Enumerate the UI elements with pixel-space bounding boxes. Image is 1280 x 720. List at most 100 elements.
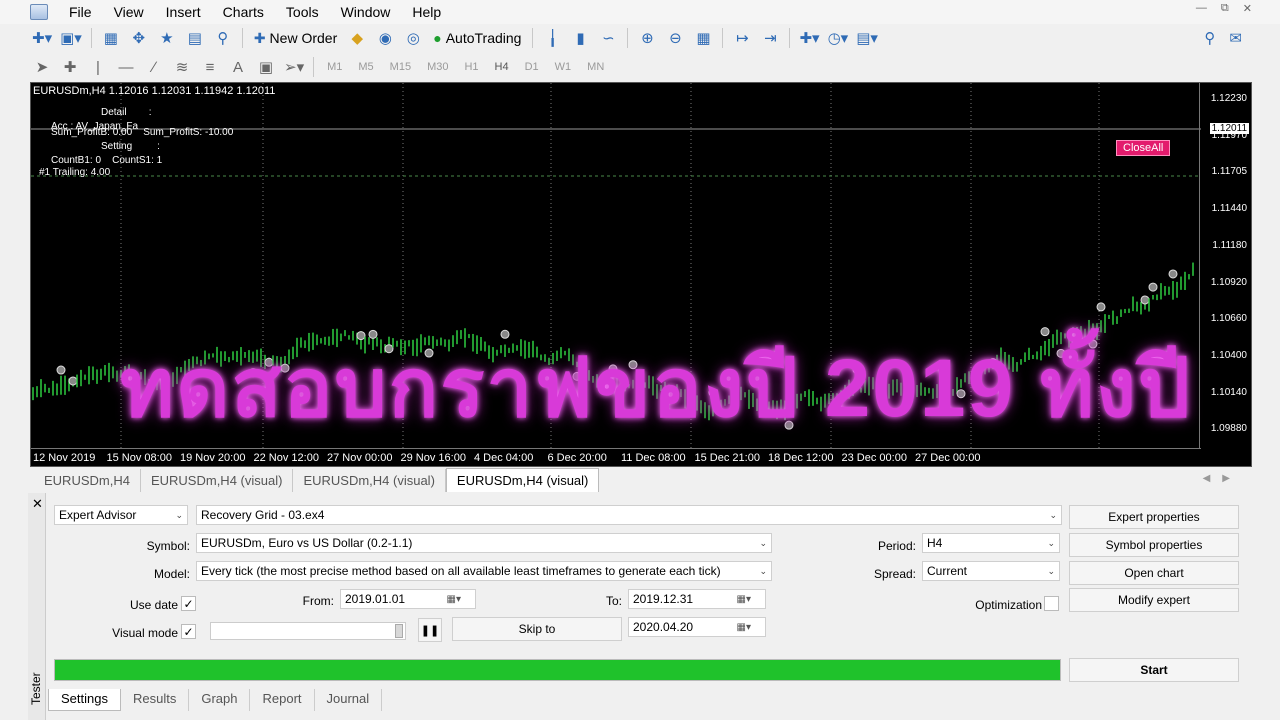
speed-slider[interactable] [210,622,406,640]
skip-date-input[interactable]: 2020.04.20 ▦▾ [628,617,766,637]
visual-mode-checkbox[interactable]: ✓ [181,624,196,639]
period-select[interactable]: H4 ⌄ [922,533,1060,553]
modify-expert-button[interactable]: Modify expert [1069,588,1239,612]
tab-graph[interactable]: Graph [189,689,251,711]
menu-file[interactable]: File [58,1,103,23]
tab-scroll-arrows-icon[interactable]: ◀▶ [1203,473,1242,484]
new-chart-icon[interactable]: ✚▾ [30,26,54,50]
restore-icon[interactable]: ⧉ [1221,2,1229,15]
indicators-icon[interactable]: ✚▾ [797,26,821,50]
line-chart-icon[interactable]: ∽ [596,26,620,50]
open-chart-button[interactable]: Open chart [1069,561,1239,585]
chart-tab-4[interactable]: EURUSDm,H4 (visual) [445,468,600,492]
expert-select[interactable]: Recovery Grid - 03.ex4 ⌄ [196,505,1062,525]
timeframe-m30[interactable]: M30 [421,61,454,73]
tester-icon[interactable]: ⚲ [211,26,235,50]
cursor-icon[interactable]: ➤ [30,55,54,79]
auto-scroll-icon[interactable]: ↦ [730,26,754,50]
tester-type-select[interactable]: Expert Advisor ⌄ [54,505,188,525]
metaeditor-icon[interactable]: ◆ [345,26,369,50]
channel-icon[interactable]: ≋ [170,55,194,79]
tile-windows-icon[interactable]: ▦ [691,26,715,50]
spread-select[interactable]: Current ⌄ [922,561,1060,581]
timeframe-m15[interactable]: M15 [384,61,417,73]
menu-window[interactable]: Window [330,1,402,23]
timeframe-mn[interactable]: MN [581,61,610,73]
arrows-icon[interactable]: ➢▾ [282,55,306,79]
tab-journal[interactable]: Journal [315,689,383,711]
new-order-button[interactable]: ✚ New Order [250,26,341,50]
time-tick: 18 Dec 12:00 [768,452,834,464]
expert-properties-button[interactable]: Expert properties [1069,505,1239,529]
market-watch-icon[interactable]: ▦ [99,26,123,50]
chart-shift-icon[interactable]: ⇥ [758,26,782,50]
optimization-checkbox[interactable] [1044,596,1059,611]
terminal-icon[interactable]: ▤ [183,26,207,50]
slider-thumb[interactable] [395,624,403,638]
templates-icon[interactable]: ▤▾ [854,26,880,50]
market-icon[interactable]: ◎ [401,26,425,50]
crosshair-icon[interactable]: ✚ [58,55,82,79]
symbol-select[interactable]: EURUSDm, Euro vs US Dollar (0.2-1.1) ⌄ [196,533,772,553]
fibonacci-icon[interactable]: ≡ [198,55,222,79]
favorites-icon[interactable]: ★ [155,26,179,50]
calendar-icon[interactable]: ▦▾ [737,622,751,633]
time-tick: 6 Dec 20:00 [547,452,607,464]
zoom-in-icon[interactable]: ⊕ [635,26,659,50]
price-tick: 1.12230 [1210,93,1247,104]
zoom-out-icon[interactable]: ⊖ [663,26,687,50]
time-tick: 11 Dec 08:00 [621,452,686,464]
close-panel-icon[interactable]: ✕ [32,496,43,512]
time-tick: 29 Nov 16:00 [400,452,466,464]
menu-insert[interactable]: Insert [155,1,212,23]
bar-chart-icon[interactable]: ╽ [540,26,564,50]
timeframe-m5[interactable]: M5 [352,61,379,73]
signals-icon[interactable]: ◉ [373,26,397,50]
autotrading-button[interactable]: ● AutoTrading [429,26,525,50]
chart-tab-2[interactable]: EURUSDm,H4 (visual) [141,469,294,492]
menu-charts[interactable]: Charts [212,1,275,23]
to-date-input[interactable]: 2019.12.31 ▦▾ [628,589,766,609]
from-date-input[interactable]: 2019.01.01 ▦▾ [340,589,476,609]
skip-to-button[interactable]: Skip to [452,617,622,641]
search-icon[interactable]: ⚲ [1204,29,1215,47]
calendar-icon[interactable]: ▦▾ [737,594,751,605]
timeframe-m1[interactable]: M1 [321,61,348,73]
vertical-line-icon[interactable]: | [86,55,110,79]
trendline-icon[interactable]: ∕ [142,55,166,79]
minimize-icon[interactable]: — [1196,2,1207,15]
tab-results[interactable]: Results [121,689,190,711]
use-date-checkbox[interactable]: ✓ [181,596,196,611]
text-icon[interactable]: A [226,55,250,79]
timeframe-w1[interactable]: W1 [549,61,578,73]
model-label: Model: [153,567,190,581]
profiles-icon[interactable]: ▣▾ [58,26,84,50]
tester-label: Tester [29,672,43,705]
pause-button[interactable]: ❚❚ [418,618,442,642]
close-all-button[interactable]: CloseAll [1116,140,1171,156]
chart-tab-1[interactable]: EURUSDm,H4 [34,469,141,492]
horizontal-line-icon[interactable]: — [114,55,138,79]
ea-info-detail: Detail : [101,107,152,118]
menu-view[interactable]: View [103,1,155,23]
candlestick-icon[interactable]: ▮ [568,26,592,50]
menu-help[interactable]: Help [401,1,452,23]
model-select[interactable]: Every tick (the most precise method base… [196,561,772,581]
price-chart[interactable]: EURUSDm,H4 1.12016 1.12031 1.11942 1.120… [30,82,1252,467]
symbol-properties-button[interactable]: Symbol properties [1069,533,1239,557]
timeframe-h4[interactable]: H4 [489,61,515,73]
navigator-icon[interactable]: ✥ [127,26,151,50]
close-icon[interactable]: ✕ [1243,2,1252,15]
periods-icon[interactable]: ◷▾ [826,26,851,50]
chat-icon[interactable]: ✉ [1229,29,1242,47]
calendar-icon[interactable]: ▦▾ [447,594,461,605]
tab-settings[interactable]: Settings [48,689,121,711]
timeframe-d1[interactable]: D1 [519,61,545,73]
timeframe-h1[interactable]: H1 [458,61,484,73]
start-button[interactable]: Start [1069,658,1239,682]
text-label-icon[interactable]: ▣ [254,55,278,79]
menu-tools[interactable]: Tools [275,1,330,23]
tab-report[interactable]: Report [250,689,315,711]
chart-tab-3[interactable]: EURUSDm,H4 (visual) [293,469,446,492]
time-tick: 22 Nov 12:00 [253,452,319,464]
